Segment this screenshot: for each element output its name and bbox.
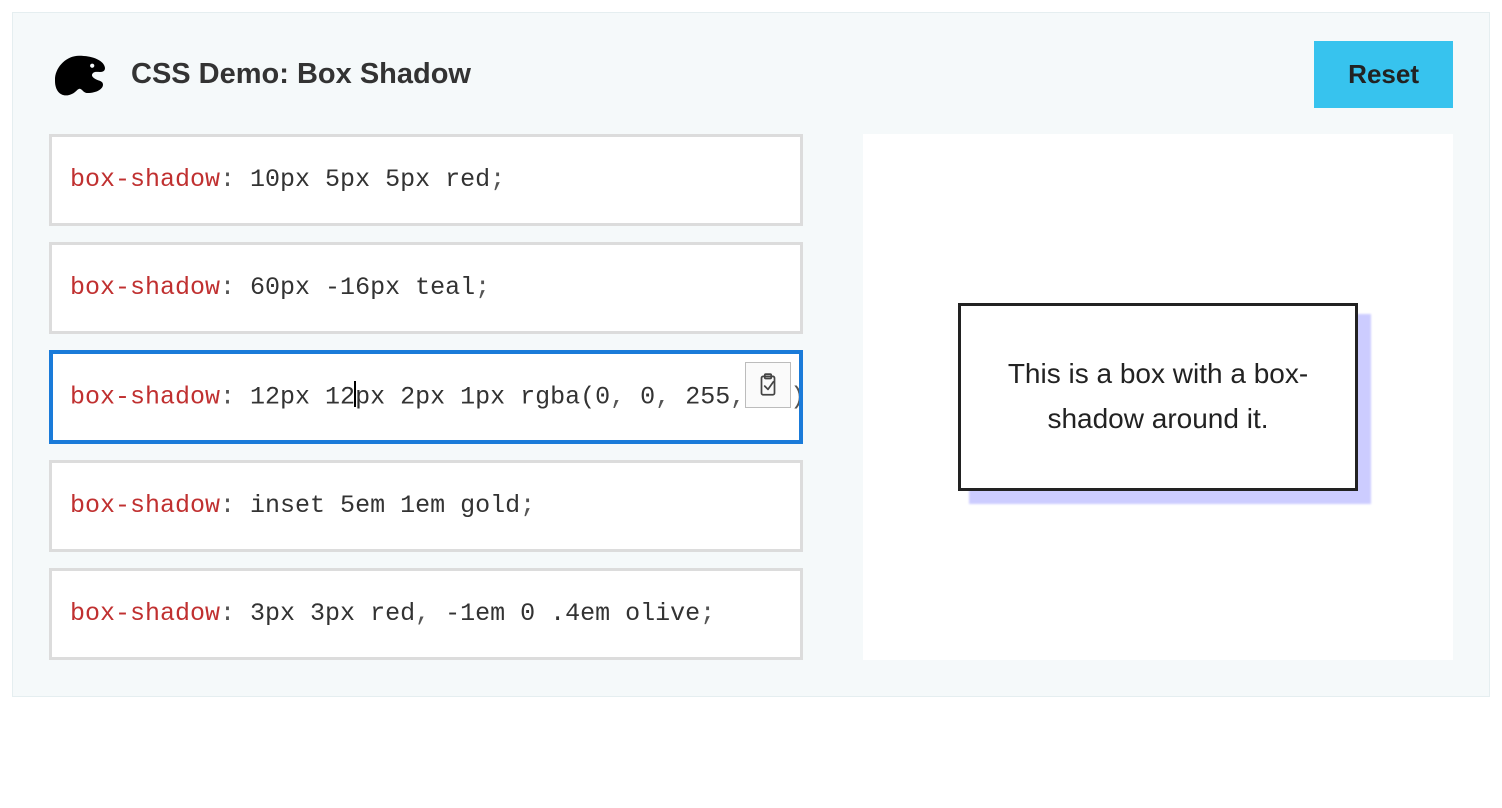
header-left: CSS Demo: Box Shadow [49,45,471,105]
demo-header: CSS Demo: Box Shadow Reset [49,41,1453,108]
preview-panel: This is a box with a box-shadow around i… [863,134,1453,660]
css-property: box-shadow [70,491,220,520]
copy-to-clipboard-button[interactable] [745,362,791,408]
css-property: box-shadow [70,165,220,194]
css-property: box-shadow [70,273,220,302]
preview-box: This is a box with a box-shadow around i… [958,303,1358,491]
css-property: box-shadow [70,383,220,412]
css-property: box-shadow [70,599,220,628]
css-demo-panel: CSS Demo: Box Shadow Reset box-shadow: 1… [12,12,1490,697]
demo-body: box-shadow: 10px 5px 5px red; box-shadow:… [49,134,1453,660]
mdn-dino-logo-icon [49,45,109,105]
demo-title: CSS Demo: Box Shadow [131,58,471,91]
code-option-0[interactable]: box-shadow: 10px 5px 5px red; [49,134,803,226]
code-option-4[interactable]: box-shadow: 3px 3px red, -1em 0 .4em oli… [49,568,803,660]
code-option-3[interactable]: box-shadow: inset 5em 1em gold; [49,460,803,552]
code-options-list: box-shadow: 10px 5px 5px red; box-shadow:… [49,134,803,660]
reset-button[interactable]: Reset [1314,41,1453,108]
code-option-1[interactable]: box-shadow: 60px -16px teal; [49,242,803,334]
code-option-2[interactable]: box-shadow: 12px 12px 2px 1px rgba(0, 0,… [49,350,803,444]
clipboard-icon [755,372,781,398]
